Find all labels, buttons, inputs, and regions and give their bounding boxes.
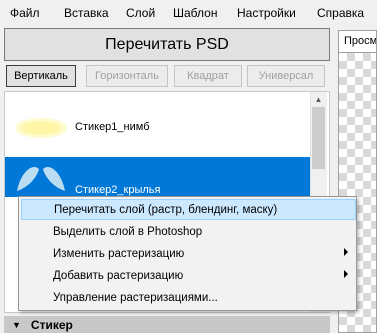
ctx-manage-rasterizations[interactable]: Управление растеризациями... [21,287,356,308]
layer-thumbnail [11,109,71,145]
menu-layer[interactable]: Слой [126,6,155,20]
ctx-item-label: Управление растеризациями... [53,291,218,304]
chevron-down-icon: ▼ [12,319,21,330]
vertical-button[interactable]: Вертикаль [6,65,76,87]
tab-preview[interactable]: Просмотр [338,30,377,52]
ctx-item-label: Изменить растеризацию [53,247,185,260]
submenu-arrow-icon [344,270,348,278]
ctx-item-label: Выделить слой в Photoshop [53,225,203,238]
menu-bar: Файл Вставка Слой Шаблон Настройки Справ… [0,0,377,26]
universal-button[interactable]: Универсал [247,65,325,87]
ctx-select-in-photoshop[interactable]: Выделить слой в Photoshop [21,221,356,242]
menu-template[interactable]: Шаблон [173,6,217,20]
ctx-item-label: Добавить растеризацию [53,269,184,282]
layer-label: Стикер1_нимб [75,121,150,133]
layer-label: Стикер2_крылья [75,184,161,196]
menu-help[interactable]: Справка [317,6,364,20]
ctx-reread-layer[interactable]: Перечитать слой (растр, блендинг, маску) [21,199,356,220]
menu-file[interactable]: Файл [10,6,40,20]
scroll-thumb[interactable] [312,107,325,169]
ctx-change-rasterization[interactable]: Изменить растеризацию [21,243,356,264]
section-label: Стикер [30,317,73,332]
reread-psd-button[interactable]: Перечитать PSD [4,28,330,61]
ctx-add-rasterization[interactable]: Добавить растеризацию [21,265,356,286]
menu-settings[interactable]: Настройки [237,6,296,20]
submenu-arrow-icon [344,248,348,256]
layer-thumbnail [11,161,71,197]
scroll-up-icon[interactable]: ▲ [310,92,327,106]
menu-insert[interactable]: Вставка [64,6,109,20]
square-button[interactable]: Квадрат [174,65,242,87]
horizontal-button[interactable]: Горизонталь [86,65,168,87]
layer-row-halo[interactable]: Стикер1_нимб [5,103,310,151]
ctx-item-label: Перечитать слой (растр, блендинг, маску) [54,203,278,216]
context-menu: Перечитать слой (растр, блендинг, маску)… [18,196,357,311]
section-header-sticker[interactable]: ▼ Стикер [4,316,330,333]
layer-row-wings[interactable]: Стикер2_крылья [5,157,310,197]
